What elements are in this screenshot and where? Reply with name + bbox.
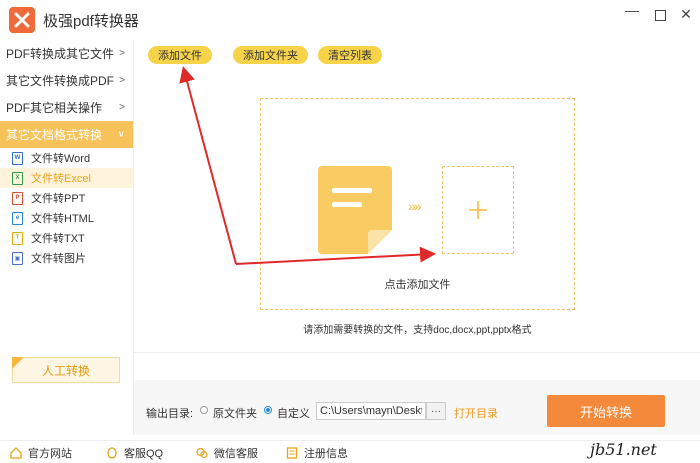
chevron-down-icon: ∨ [117,129,125,140]
sidebar-item-label: 文件转Word [31,153,91,165]
register-icon [286,447,298,459]
sidebar-item-to-html[interactable]: e 文件转HTML [0,208,133,228]
footer-qq[interactable]: 客服QQ [106,445,163,461]
add-file-button[interactable]: 添加文件 [148,46,212,64]
html-file-icon: e [12,211,23,225]
sidebar-item-label: 文件转图片 [31,253,86,265]
sidebar-item-to-txt[interactable]: T 文件转TXT [0,228,133,248]
chevron-right-icon: > [119,48,125,59]
sidebar-category-label: 其它文档格式转换 [6,128,103,142]
minimize-icon[interactable]: — [622,2,642,18]
dropzone-label: 点击添加文件 [384,279,451,291]
sidebar-category-label: 其它文件转换成PDF [6,74,115,88]
sidebar-category-pdf-to-other[interactable]: PDF转换成其它文件 > [0,40,133,67]
add-file-box[interactable] [442,166,514,254]
maximize-icon[interactable] [650,6,670,24]
footer-register[interactable]: 注册信息 [286,445,348,461]
sidebar-item-to-word[interactable]: W 文件转Word [0,148,133,168]
wechat-icon [196,447,208,459]
close-icon[interactable]: ✕ [676,6,696,23]
excel-file-icon: X [12,171,23,185]
plus-icon [469,201,487,219]
home-icon [10,447,22,459]
radio-original-folder-label[interactable]: 原文件夹 [213,405,257,421]
sidebar-item-to-image[interactable]: ▣ 文件转图片 [0,248,133,268]
clear-list-button[interactable]: 清空列表 [318,46,382,64]
output-path-input[interactable] [316,402,426,420]
sidebar-item-label: 文件转TXT [31,233,85,245]
sidebar-item-label: 文件转HTML [31,213,94,225]
radio-original-folder[interactable] [200,406,208,414]
arrow-to-add-file [179,66,237,265]
word-file-icon: W [12,151,23,165]
footer-item-label: 客服QQ [124,448,164,460]
format-hint: 请添加需要转换的文件，支持doc,docx,ppt,pptx格式 [303,325,532,336]
sidebar-item-label: 文件转PPT [31,193,86,205]
radio-custom-folder[interactable] [264,406,272,414]
sidebar-item-label: 文件转Excel [31,173,91,185]
app-logo-icon [9,7,35,33]
footer-item-label: 官方网站 [28,448,72,460]
sidebar-category-label: PDF转换成其它文件 [6,47,115,61]
document-icon [318,166,392,254]
footer-item-label: 注册信息 [304,448,348,460]
radio-custom-folder-label[interactable]: 自定义 [277,405,310,421]
app-title: 极强pdf转换器 [43,12,139,30]
chevron-right-icon: > [119,102,125,113]
sidebar-category-other-to-pdf[interactable]: 其它文件转换成PDF > [0,67,133,94]
txt-file-icon: T [12,231,23,245]
footer-item-label: 微信客服 [214,448,258,460]
divider [134,352,700,353]
sidebar-category-other-format[interactable]: 其它文档格式转换 ∨ [0,121,133,148]
ppt-file-icon: P [12,191,23,205]
browse-button[interactable]: ··· [426,402,446,420]
image-file-icon: ▣ [12,251,23,265]
manual-badge-icon [12,357,24,369]
start-convert-button[interactable]: 开始转换 [547,395,665,427]
add-folder-button[interactable]: 添加文件夹 [233,46,308,64]
output-dir-label: 输出目录: [146,408,194,420]
qq-icon [106,447,118,459]
sidebar-category-pdf-other-ops[interactable]: PDF其它相关操作 > [0,94,133,121]
sidebar-category-label: PDF其它相关操作 [6,101,103,115]
open-directory-link[interactable]: 打开目录 [454,405,498,421]
sidebar-item-to-excel[interactable]: X 文件转Excel [0,168,133,188]
title-bar: 极强pdf转换器 [0,0,700,40]
arrows-icon: »» [408,198,422,214]
chevron-right-icon: > [119,75,125,86]
manual-convert-button[interactable]: 人工转换 [12,357,120,383]
footer-wechat[interactable]: 微信客服 [196,445,258,461]
footer-official-site[interactable]: 官方网站 [10,445,72,461]
sidebar-item-to-ppt[interactable]: P 文件转PPT [0,188,133,208]
watermark: jb51.net [590,440,657,459]
